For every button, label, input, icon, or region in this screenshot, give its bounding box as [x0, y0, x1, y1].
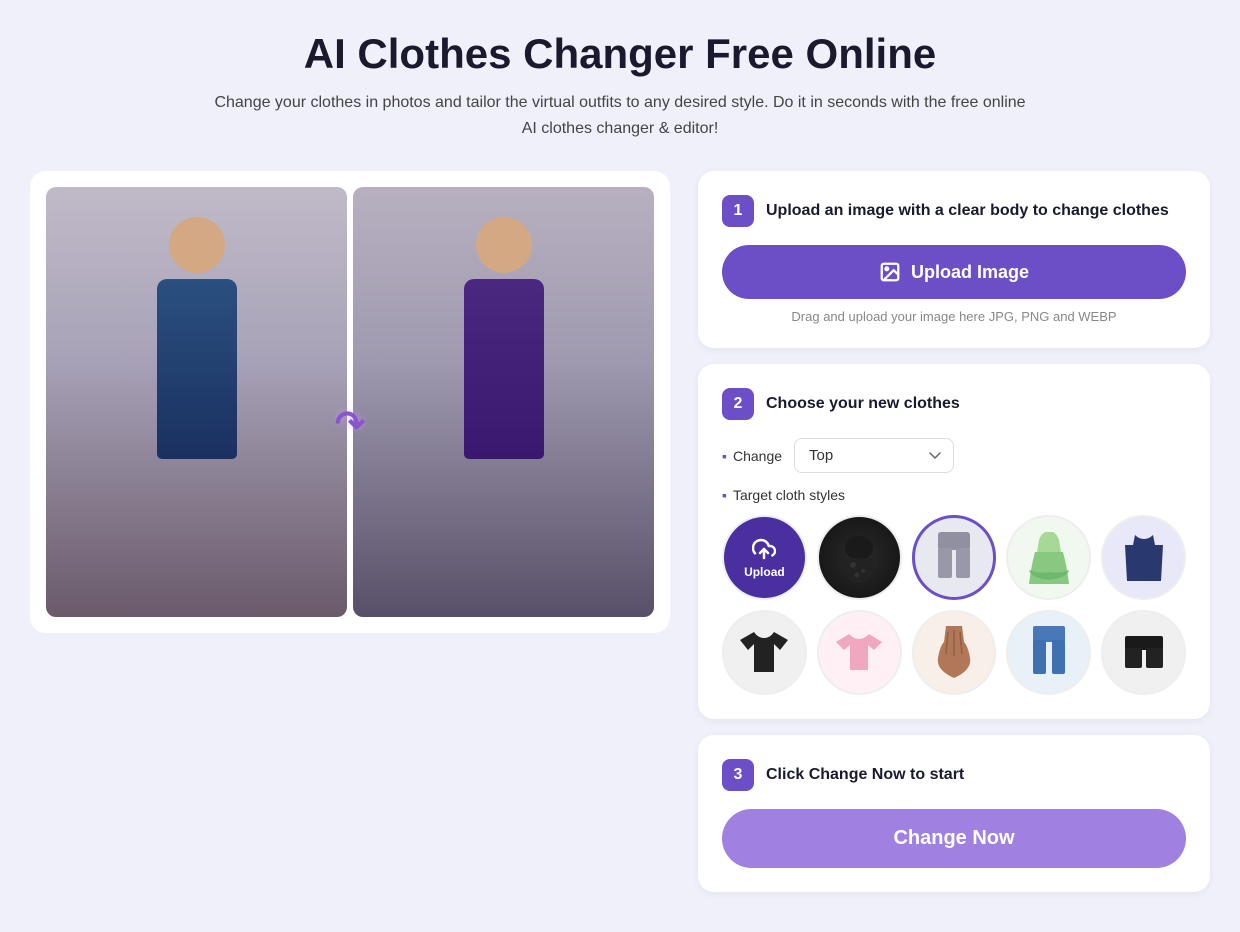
upload-cloth-label: Upload: [744, 565, 785, 579]
brown-dress-shape: [936, 626, 972, 678]
target-cloth-label: Target cloth styles: [722, 487, 1186, 503]
example-image-after: [353, 187, 654, 617]
upload-cloth-icon: [752, 537, 776, 561]
clothing-type-select[interactable]: Top Bottom Full Body Dress: [794, 438, 954, 473]
cloth-brown-dress[interactable]: [912, 610, 997, 695]
figure-head-after: [476, 217, 532, 273]
gray-pants-shape: [934, 532, 974, 584]
steps-panel: 1 Upload an image with a clear body to c…: [698, 171, 1210, 892]
cloth-navy-tank[interactable]: [1101, 515, 1186, 600]
step-1-header: 1 Upload an image with a clear body to c…: [722, 195, 1186, 227]
cloth-green-dress[interactable]: [1006, 515, 1091, 600]
cloth-blue-jeans[interactable]: [1006, 610, 1091, 695]
example-image-before: [46, 187, 347, 617]
pink-crop-shape: [836, 634, 882, 670]
cloth-pink-crop[interactable]: [817, 610, 902, 695]
change-now-button[interactable]: Change Now: [722, 809, 1186, 868]
page-title: AI Clothes Changer Free Online: [20, 30, 1220, 78]
step-1-number: 1: [722, 195, 754, 227]
figure-head-before: [169, 217, 225, 273]
figure-before: [46, 187, 347, 617]
change-row: Change Top Bottom Full Body Dress: [722, 438, 1186, 473]
upload-drag-hint: Drag and upload your image here JPG, PNG…: [722, 309, 1186, 324]
step-1-card: 1 Upload an image with a clear body to c…: [698, 171, 1210, 348]
clothes-grid: Upload: [722, 515, 1186, 695]
cloth-black-shorts[interactable]: [1101, 610, 1186, 695]
upload-icon: [879, 261, 901, 283]
cloth-upload-button[interactable]: Upload: [722, 515, 807, 600]
main-layout: ↷ 1 Upload an image with a clear body to…: [30, 171, 1210, 892]
figure-hair-after: [470, 209, 538, 289]
example-images-wrapper: ↷: [46, 187, 654, 617]
example-panel: ↷: [30, 171, 670, 633]
green-dress-shape: [1029, 532, 1069, 584]
cloth-floral-skirt[interactable]: [817, 515, 902, 600]
blue-jeans-shape: [1031, 626, 1067, 678]
step-2-number: 2: [722, 388, 754, 420]
figure-body-after: [464, 279, 544, 459]
step-3-header: 3 Click Change Now to start: [722, 759, 1186, 791]
black-tshirt-shape: [740, 632, 788, 672]
page-subtitle: Change your clothes in photos and tailor…: [210, 90, 1030, 141]
figure-hair-before: [163, 209, 231, 289]
cloth-black-tshirt[interactable]: [722, 610, 807, 695]
change-label: Change: [722, 448, 782, 464]
upload-image-button[interactable]: Upload Image: [722, 245, 1186, 299]
figure-body-before: [157, 279, 237, 459]
step-1-title: Upload an image with a clear body to cha…: [766, 200, 1169, 222]
figure-after: [353, 187, 654, 617]
cloth-gray-pants[interactable]: [912, 515, 997, 600]
page-header: AI Clothes Changer Free Online Change yo…: [20, 30, 1220, 141]
step-2-header: 2 Choose your new clothes: [722, 388, 1186, 420]
step-3-card: 3 Click Change Now to start Change Now: [698, 735, 1210, 892]
step-3-title: Click Change Now to start: [766, 764, 964, 786]
floral-skirt-shape: [837, 533, 881, 583]
black-shorts-shape: [1123, 636, 1165, 668]
step-2-card: 2 Choose your new clothes Change Top Bot…: [698, 364, 1210, 719]
navy-tank-shape: [1125, 535, 1163, 581]
step-2-title: Choose your new clothes: [766, 393, 960, 415]
step-3-number: 3: [722, 759, 754, 791]
